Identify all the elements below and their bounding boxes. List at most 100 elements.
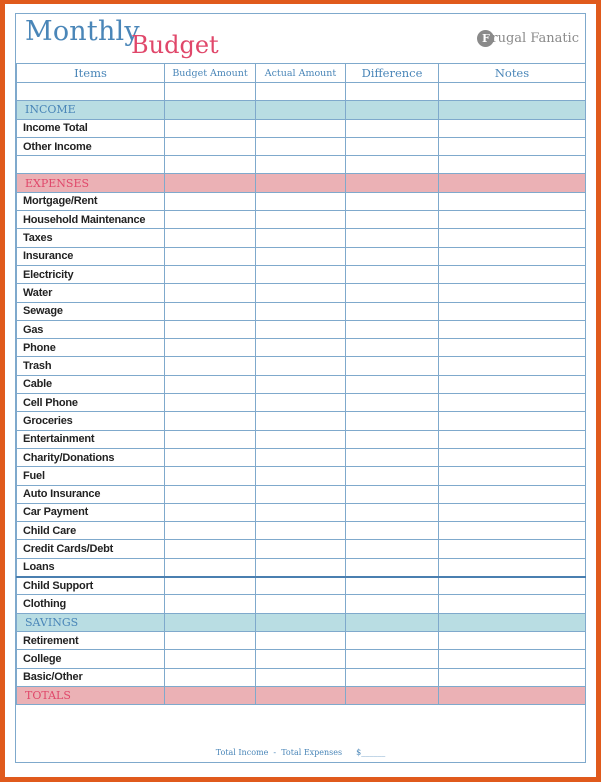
entry-cell[interactable] [438, 136, 586, 157]
entry-cell[interactable] [255, 301, 346, 321]
entry-cell[interactable] [255, 594, 346, 614]
entry-cell[interactable] [345, 246, 439, 266]
entry-cell[interactable] [255, 319, 346, 340]
entry-cell[interactable] [164, 264, 256, 285]
entry-cell[interactable] [345, 429, 439, 449]
entry-cell[interactable] [255, 557, 346, 578]
entry-cell[interactable] [345, 228, 439, 248]
entry-cell[interactable] [345, 264, 439, 285]
entry-cell[interactable] [438, 338, 586, 358]
entry-cell[interactable] [345, 393, 439, 413]
entry-cell[interactable] [345, 557, 439, 578]
entry-cell[interactable] [345, 594, 439, 614]
entry-cell[interactable] [345, 685, 439, 706]
entry-cell[interactable] [438, 283, 586, 303]
entry-cell[interactable] [164, 356, 256, 376]
entry-cell[interactable] [345, 81, 439, 102]
entry-cell[interactable] [255, 539, 346, 559]
entry-cell[interactable] [438, 649, 586, 669]
entry-cell[interactable] [164, 338, 256, 358]
entry-cell[interactable] [345, 539, 439, 559]
entry-cell[interactable] [438, 264, 586, 285]
entry-cell[interactable] [345, 100, 439, 120]
entry-cell[interactable] [255, 411, 346, 431]
entry-cell[interactable] [164, 685, 256, 706]
entry-cell[interactable] [438, 319, 586, 340]
entry-cell[interactable] [164, 521, 256, 541]
entry-cell[interactable] [345, 338, 439, 358]
entry-cell[interactable] [255, 81, 346, 102]
entry-cell[interactable] [438, 210, 586, 230]
entry-cell[interactable] [438, 667, 586, 687]
entry-cell[interactable] [438, 557, 586, 578]
entry-cell[interactable] [438, 81, 586, 102]
entry-cell[interactable] [438, 155, 586, 175]
entry-cell[interactable] [255, 246, 346, 266]
entry-cell[interactable] [255, 338, 346, 358]
entry-cell[interactable] [164, 649, 256, 669]
entry-cell[interactable] [164, 630, 256, 651]
entry-cell[interactable] [438, 301, 586, 321]
entry-cell[interactable] [255, 667, 346, 687]
entry-cell[interactable] [438, 539, 586, 559]
entry-cell[interactable] [438, 429, 586, 449]
entry-cell[interactable] [255, 173, 346, 193]
entry-cell[interactable] [164, 283, 256, 303]
entry-cell[interactable] [345, 319, 439, 340]
entry-cell[interactable] [255, 356, 346, 376]
entry-cell[interactable] [255, 484, 346, 504]
entry-cell[interactable] [255, 502, 346, 523]
entry-cell[interactable] [255, 685, 346, 706]
entry-cell[interactable] [438, 191, 586, 212]
entry-cell[interactable] [164, 502, 256, 523]
entry-cell[interactable] [345, 576, 439, 596]
entry-cell[interactable] [164, 319, 256, 340]
entry-cell[interactable] [255, 210, 346, 230]
entry-cell[interactable] [438, 594, 586, 614]
entry-cell[interactable] [345, 173, 439, 193]
entry-cell[interactable] [255, 118, 346, 138]
entry-cell[interactable] [164, 612, 256, 632]
entry-cell[interactable] [345, 612, 439, 632]
entry-cell[interactable] [438, 521, 586, 541]
entry-cell[interactable] [438, 411, 586, 431]
entry-cell[interactable] [438, 630, 586, 651]
entry-cell[interactable] [255, 521, 346, 541]
entry-cell[interactable] [255, 429, 346, 449]
entry-cell[interactable] [345, 649, 439, 669]
entry-cell[interactable] [438, 100, 586, 120]
entry-cell[interactable] [164, 466, 256, 486]
entry-cell[interactable] [164, 118, 256, 138]
entry-cell[interactable] [164, 576, 256, 596]
entry-cell[interactable] [164, 447, 256, 468]
entry-cell[interactable] [438, 466, 586, 486]
entry-cell[interactable] [16, 155, 165, 175]
entry-cell[interactable] [164, 191, 256, 212]
entry-cell[interactable] [345, 447, 439, 468]
entry-cell[interactable] [438, 484, 586, 504]
entry-cell[interactable] [345, 210, 439, 230]
entry-cell[interactable] [438, 502, 586, 523]
entry-cell[interactable] [164, 667, 256, 687]
entry-cell[interactable] [164, 594, 256, 614]
entry-cell[interactable] [255, 228, 346, 248]
entry-cell[interactable] [255, 466, 346, 486]
entry-cell[interactable] [164, 155, 256, 175]
entry-cell[interactable] [255, 283, 346, 303]
entry-cell[interactable] [164, 484, 256, 504]
entry-cell[interactable] [438, 173, 586, 193]
entry-cell[interactable] [345, 521, 439, 541]
entry-cell[interactable] [164, 557, 256, 578]
entry-cell[interactable] [255, 576, 346, 596]
entry-cell[interactable] [164, 173, 256, 193]
entry-cell[interactable] [345, 374, 439, 395]
entry-cell[interactable] [345, 667, 439, 687]
entry-cell[interactable] [438, 228, 586, 248]
entry-cell[interactable] [164, 136, 256, 157]
entry-cell[interactable] [164, 210, 256, 230]
entry-cell[interactable] [345, 301, 439, 321]
entry-cell[interactable] [255, 393, 346, 413]
entry-cell[interactable] [438, 356, 586, 376]
footer-blank[interactable]: $______ [356, 748, 385, 757]
entry-cell[interactable] [164, 81, 256, 102]
